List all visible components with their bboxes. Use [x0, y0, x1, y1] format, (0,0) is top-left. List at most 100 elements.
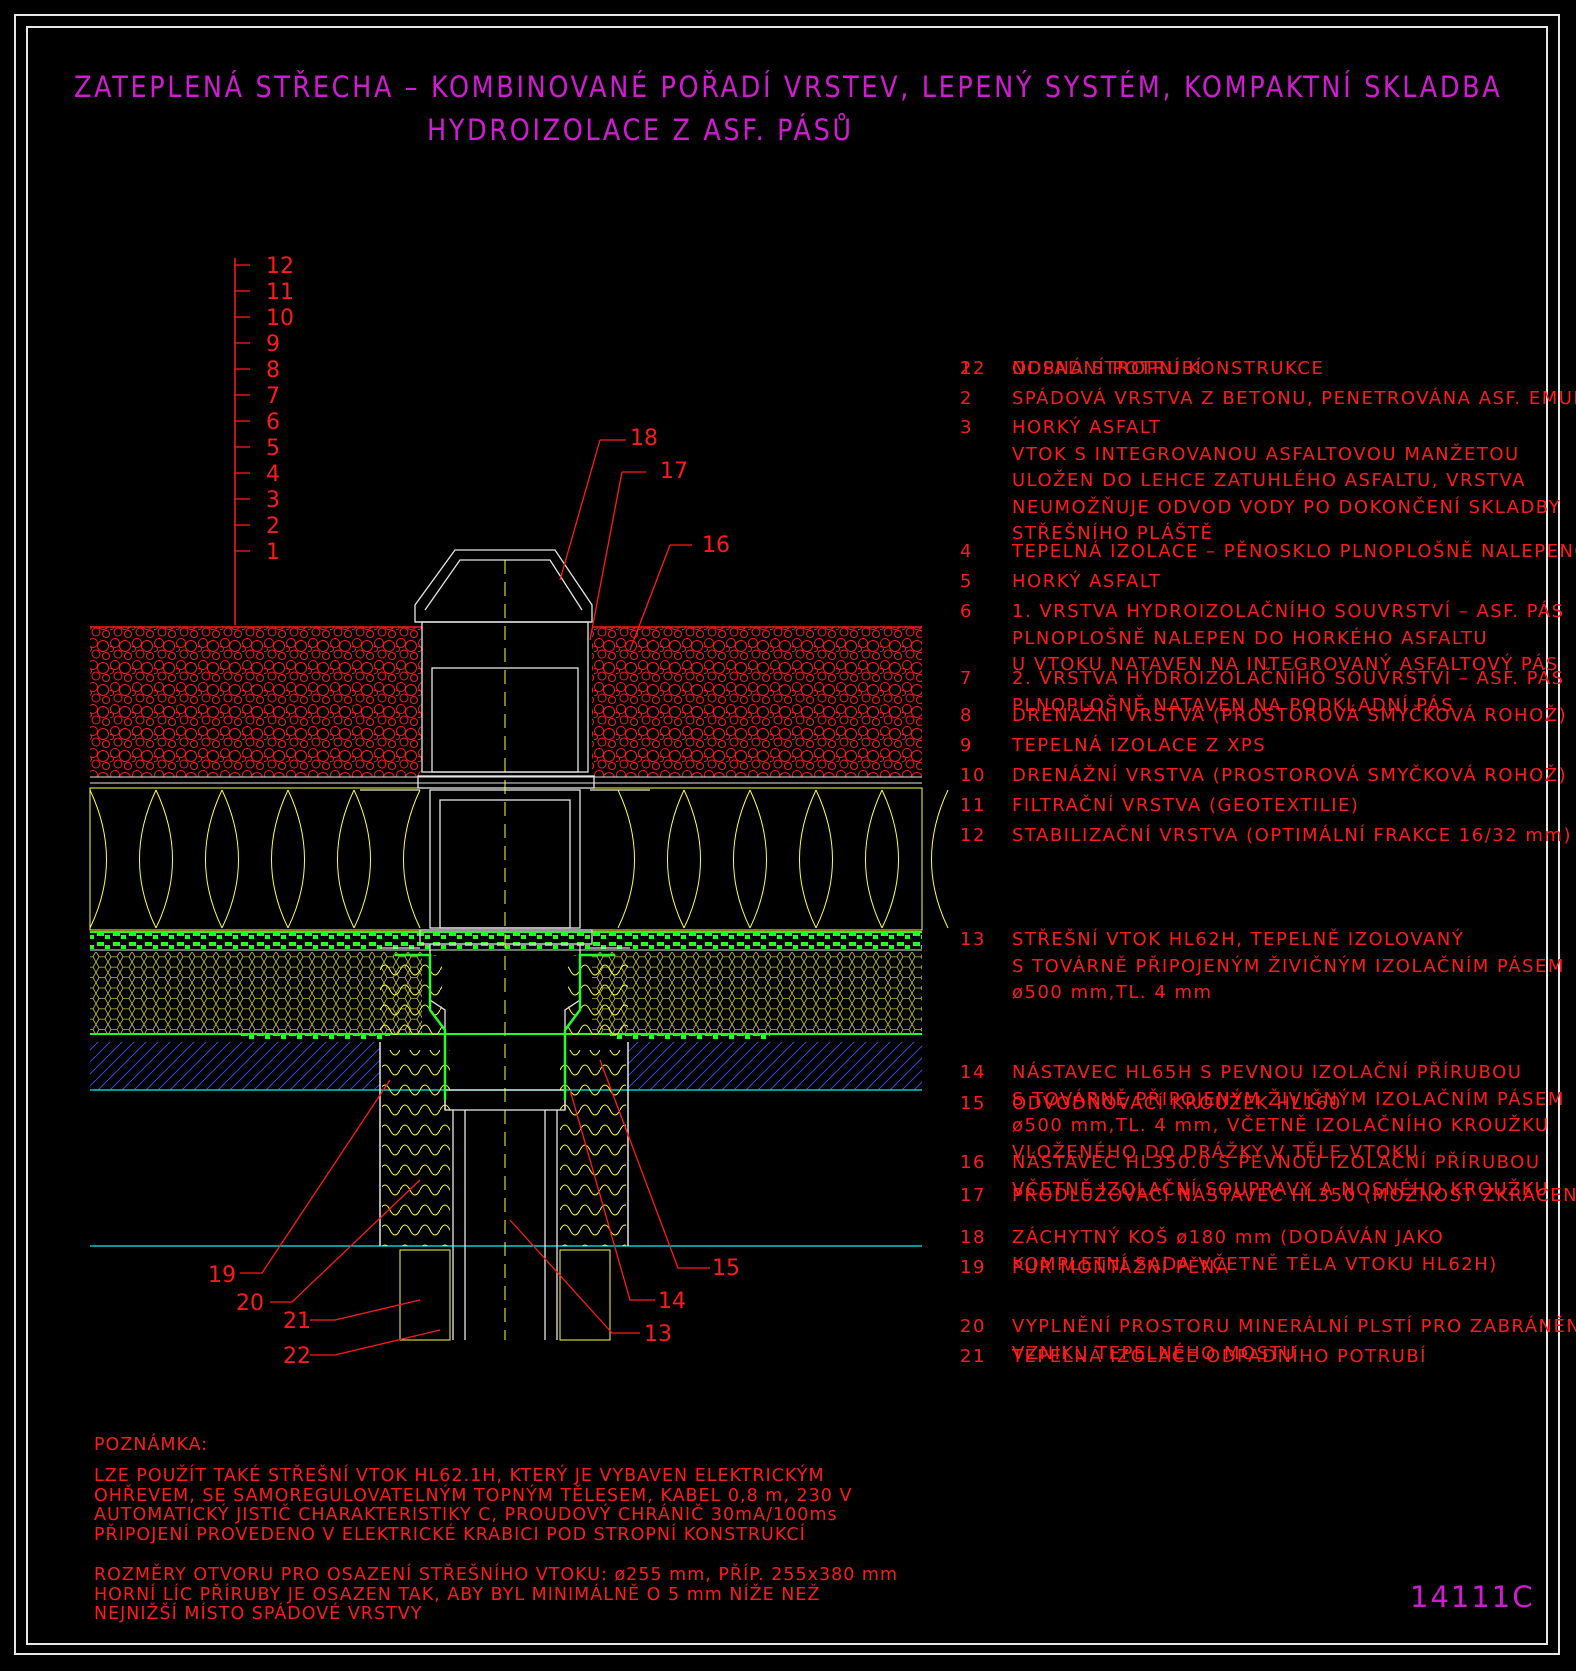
legend-number: 10: [960, 765, 986, 786]
legend-line: NEUMOŽŇUJE ODVOD VODY PO DOKONČENÍ SKLAD…: [1012, 496, 1562, 518]
legend-line: VYPLNĚNÍ PROSTORU MINERÁLNÍ PLSTÍ PRO ZA…: [1012, 1316, 1576, 1337]
callout-leaders: [240, 439, 710, 1356]
callout-14: 14: [658, 1289, 686, 1314]
legend-number: 6: [960, 601, 973, 622]
xps-loop: [749, 789, 817, 929]
foam-glass-left: [90, 952, 422, 1034]
legend-number: 18: [960, 1227, 986, 1248]
note-paragraph-1: LZE POUŽÍT TAKÉ STŘEŠNÍ VTOK HL62.1H, KT…: [94, 1466, 852, 1545]
scale-label-3: 3: [266, 488, 280, 513]
xps-loop: [617, 789, 685, 929]
mineral-wool-left: [382, 1050, 450, 1246]
legend-line: ZÁCHYTNÝ KOŠ ø180 mm (DODÁVÁN JAKO: [1012, 1227, 1445, 1248]
legend-text: PRODLUŽOVACÍ NÁSTAVEC HL350 (MOŽNOST ZKR…: [1012, 1183, 1576, 1210]
legend-line: TEPELNÁ IZOLACE – PĚNOSKLO PLNOPLOŠNĚ NA…: [1012, 541, 1576, 562]
xps-loop: [287, 789, 355, 929]
waterproofing-strip-left: [240, 1034, 390, 1042]
legend-number: 8: [960, 705, 973, 726]
concrete-slope-right: [628, 1042, 922, 1090]
legend-line: S TOVÁRNĚ PŘIPOJENÝM ŽIVIČNÝM IZOLAČNÍM …: [1012, 955, 1565, 977]
scale-label-1: 1: [266, 540, 280, 565]
scale-label-12: 12: [266, 254, 294, 279]
scale-label-7: 7: [266, 384, 280, 409]
legend-text: ODPADNÍ POTRUBÍ: [1012, 356, 1552, 383]
layer-scale-ticks: 121110987654321: [235, 254, 294, 565]
xps-loop: [881, 789, 949, 929]
pipe-insulation-right: [559, 1249, 611, 1341]
pipe-insulation-left: [399, 1249, 451, 1341]
legend-number: 13: [960, 929, 986, 950]
waterproofing-strip-right: [610, 1034, 770, 1042]
legend-line: PLNOPLOŠNĚ NALEPEN DO HORKÉHO ASFALTU: [1012, 627, 1489, 649]
legend-number: 12: [960, 825, 986, 846]
drainage-mat-layer: [90, 932, 922, 950]
xps-loop: [815, 789, 883, 929]
drawing-code: 14111C: [1410, 1580, 1535, 1614]
legend-line: PRODLUŽOVACÍ NÁSTAVEC HL350 (MOŽNOST ZKR…: [1012, 1185, 1576, 1206]
legend-number: 19: [960, 1257, 986, 1278]
legend-line: DRENÁŽNÍ VRSTVA (PROSTOROVÁ SMYČKOVÁ ROH…: [1012, 705, 1568, 726]
scale-label-10: 10: [266, 306, 294, 331]
legend-number: 15: [960, 1093, 986, 1114]
legend-number: 20: [960, 1316, 986, 1337]
note-line: NEJNIŽŠÍ MÍSTO SPÁDOVÉ VRSTVY: [94, 1604, 423, 1624]
scale-label-4: 4: [266, 462, 280, 487]
scale-label-2: 2: [266, 514, 280, 539]
legend-line: 2. VRSTVA HYDROIZOLAČNÍHO SOUVRSTVÍ – AS…: [1012, 668, 1565, 689]
legend-line: ULOŽEN DO LEHCE ZATUHLÉHO ASFALTU, VRSTV…: [1012, 470, 1526, 491]
legend-line: PUR MONTÁŽNÍ PĚNA: [1012, 1257, 1230, 1278]
xps-loop: [155, 789, 223, 929]
scale-label-8: 8: [266, 358, 280, 383]
legend-line: VTOK S INTEGROVANOU ASFALTOVOU MANŽETOU: [1012, 443, 1520, 465]
xps-layer: [89, 787, 923, 931]
legend-number: 5: [960, 571, 973, 592]
note-line: ROZMĚRY OTVORU PRO OSAZENÍ STŘEŠNÍHO VTO…: [94, 1565, 899, 1585]
callout-22: 22: [283, 1344, 311, 1369]
legend-line: STŘEŠNÍ VTOK HL62H, TEPELNĚ IZOLOVANÝ: [1012, 929, 1465, 950]
legend-line: TEPELNÁ IZOLACE Z XPS: [1012, 735, 1267, 756]
note-line: AUTOMATICKÝ JISTIČ CHARAKTERISTIKY C, PR…: [94, 1505, 838, 1525]
legend-line: 1. VRSTVA HYDROIZOLAČNÍHO SOUVRSTVÍ – AS…: [1012, 601, 1565, 622]
legend-number: 9: [960, 735, 973, 756]
xps-insulation-loops: [89, 789, 949, 929]
note-paragraph-2: ROZMĚRY OTVORU PRO OSAZENÍ STŘEŠNÍHO VTO…: [94, 1565, 899, 1625]
legend-line: DRENÁŽNÍ VRSTVA (PROSTOROVÁ SMYČKOVÁ ROH…: [1012, 765, 1568, 786]
legend-number: 2: [960, 388, 973, 409]
note-line: PŘIPOJENÍ PROVEDENO V ELEKTRICKÉ KRABICI…: [94, 1524, 806, 1545]
legend-number: 4: [960, 541, 973, 562]
legend-number: 22: [960, 358, 986, 379]
xps-loop: [353, 789, 421, 929]
callout-17: 17: [660, 459, 688, 484]
legend-line: HORKÝ ASFALT: [1012, 571, 1162, 592]
callout-21: 21: [283, 1309, 311, 1334]
legend-text: TEPELNÁ IZOLACE ODPADNÍHO POTRUBÍ: [1012, 1344, 1552, 1371]
mineral-wool-upper-right: [568, 955, 628, 1035]
legend-number: 16: [960, 1152, 986, 1173]
legend-text: DRENÁŽNÍ VRSTVA (PROSTOROVÁ SMYČKOVÁ ROH…: [1012, 703, 1568, 730]
legend-number: 21: [960, 1346, 986, 1367]
legend-number: 14: [960, 1062, 986, 1083]
legend-text: SPÁDOVÁ VRSTVA Z BETONU, PENETROVÁNA ASF…: [1012, 386, 1576, 413]
legend-line: ø500 mm,TL. 4 mm: [1012, 982, 1213, 1003]
scale-label-5: 5: [266, 436, 280, 461]
callout-13: 13: [644, 1322, 672, 1347]
legend-text: HORKÝ ASFALT: [1012, 569, 1552, 596]
legend-number: 3: [960, 417, 973, 438]
legend-number: 17: [960, 1185, 986, 1206]
note-line: LZE POUŽÍT TAKÉ STŘEŠNÍ VTOK HL62.1H, KT…: [94, 1466, 825, 1486]
legend-text: ODVODŇOVACÍ KROUŽEK HL160: [1012, 1091, 1552, 1118]
legend-text: DRENÁŽNÍ VRSTVA (PROSTOROVÁ SMYČKOVÁ ROH…: [1012, 763, 1568, 790]
gravel-layer-left: [90, 627, 422, 777]
legend-text: STABILIZAČNÍ VRSTVA (OPTIMÁLNÍ FRAKCE 16…: [1012, 823, 1571, 850]
legend-line: TEPELNÁ IZOLACE ODPADNÍHO POTRUBÍ: [1012, 1346, 1427, 1367]
concrete-slope-left: [90, 1042, 380, 1090]
callout-15: 15: [712, 1256, 740, 1281]
scale-label-9: 9: [266, 332, 280, 357]
legend-text: TEPELNÁ IZOLACE – PĚNOSKLO PLNOPLOŠNĚ NA…: [1012, 539, 1576, 566]
mineral-wool-right: [560, 1050, 626, 1246]
callout-18: 18: [630, 426, 658, 451]
legend-line: HORKÝ ASFALT: [1012, 417, 1162, 438]
legend-text: FILTRAČNÍ VRSTVA (GEOTEXTILIE): [1012, 793, 1552, 820]
legend-line: ODPADNÍ POTRUBÍ: [1012, 358, 1203, 379]
scale-label-11: 11: [266, 280, 294, 305]
